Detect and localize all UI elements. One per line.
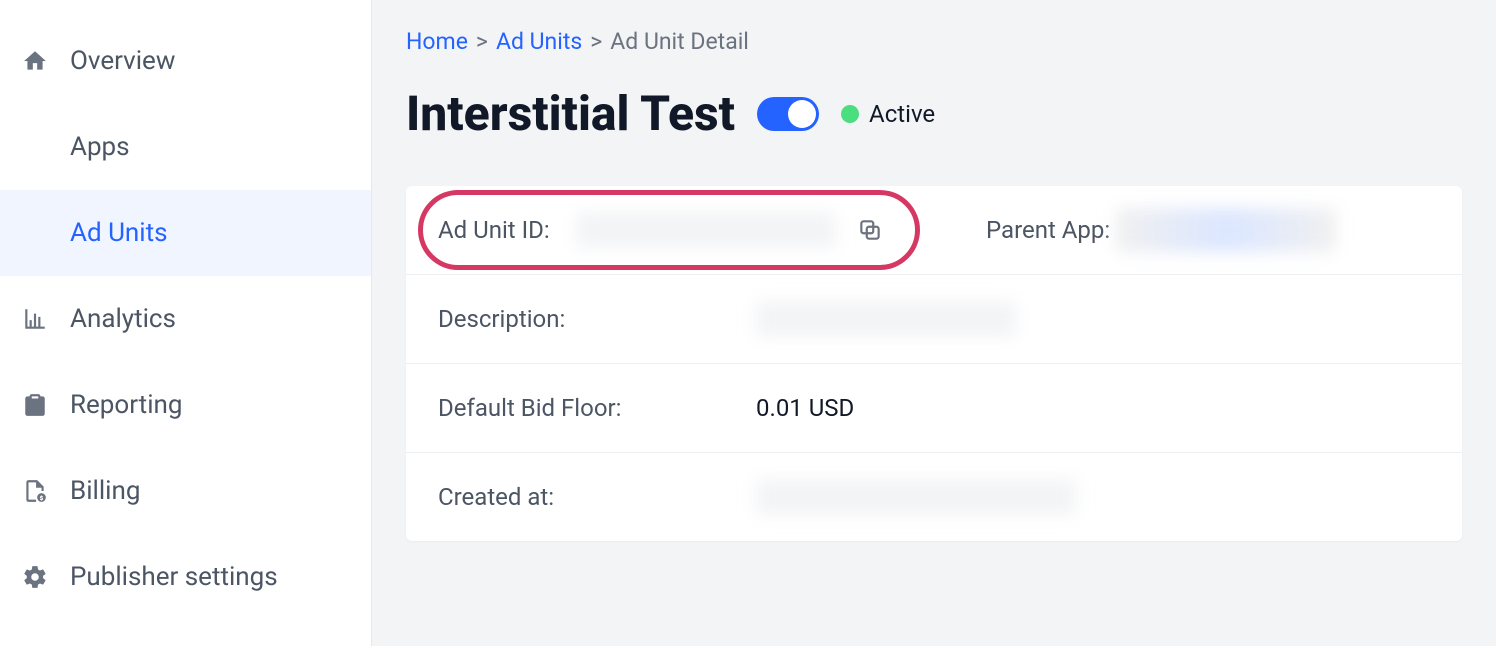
- ad-unit-id-label: Ad Unit ID:: [406, 186, 576, 274]
- copy-icon: [857, 217, 883, 243]
- sidebar-item-billing[interactable]: Billing: [0, 448, 371, 534]
- description-value: [756, 275, 1016, 363]
- parent-app-label: Parent App:: [926, 186, 1116, 274]
- sidebar: Overview Apps Ad Units Analytics Reporti…: [0, 0, 372, 646]
- ad-unit-id-value: [576, 186, 836, 274]
- description-label: Description:: [406, 275, 756, 363]
- breadcrumb-section[interactable]: Ad Units: [496, 28, 582, 55]
- sidebar-item-label: Billing: [70, 476, 140, 506]
- sidebar-item-label: Apps: [70, 132, 130, 162]
- redacted-value: [756, 301, 1016, 337]
- bid-floor-value: 0.01 USD: [756, 364, 854, 452]
- clipboard-icon: [22, 392, 70, 418]
- toggle-knob: [788, 100, 816, 128]
- sidebar-item-overview[interactable]: Overview: [0, 18, 371, 104]
- created-at-value: [756, 453, 1076, 541]
- sidebar-item-analytics[interactable]: Analytics: [0, 276, 371, 362]
- page-title: Interstitial Test: [406, 85, 735, 142]
- status-dot-icon: [841, 105, 859, 123]
- sidebar-item-ad-units[interactable]: Ad Units: [0, 190, 371, 276]
- redacted-value: [1116, 208, 1336, 252]
- sidebar-item-label: Reporting: [70, 390, 182, 420]
- created-at-label: Created at:: [406, 453, 756, 541]
- breadcrumb-separator: >: [590, 28, 602, 55]
- main-content: Home > Ad Units > Ad Unit Detail Interst…: [372, 0, 1496, 646]
- detail-row-created-at: Created at:: [406, 453, 1462, 541]
- status-text: Active: [869, 100, 935, 128]
- app-root: Overview Apps Ad Units Analytics Reporti…: [0, 0, 1496, 646]
- detail-row-bid-floor: Default Bid Floor: 0.01 USD: [406, 364, 1462, 453]
- sidebar-item-publisher-settings[interactable]: Publisher settings: [0, 534, 371, 620]
- detail-card: Ad Unit ID: Parent App:: [406, 186, 1462, 541]
- sidebar-item-reporting[interactable]: Reporting: [0, 362, 371, 448]
- sidebar-item-label: Publisher settings: [70, 562, 278, 592]
- title-row: Interstitial Test Active: [406, 85, 1462, 142]
- home-icon: [22, 48, 70, 74]
- breadcrumb-current: Ad Unit Detail: [610, 28, 749, 55]
- sidebar-item-apps[interactable]: Apps: [0, 104, 371, 190]
- parent-app-value: [1116, 186, 1336, 274]
- sidebar-item-label: Overview: [70, 46, 175, 76]
- breadcrumb-home[interactable]: Home: [406, 28, 468, 55]
- copy-button[interactable]: [854, 214, 886, 246]
- billing-icon: [22, 478, 70, 504]
- redacted-value: [756, 479, 1076, 515]
- breadcrumb-separator: >: [476, 28, 488, 55]
- bid-floor-label: Default Bid Floor:: [406, 364, 756, 452]
- redacted-value: [576, 212, 836, 248]
- active-toggle[interactable]: [757, 97, 819, 131]
- gear-icon: [22, 564, 70, 590]
- analytics-icon: [22, 306, 70, 332]
- breadcrumb: Home > Ad Units > Ad Unit Detail: [406, 28, 1462, 55]
- sidebar-item-label: Ad Units: [70, 218, 168, 248]
- sidebar-item-label: Analytics: [70, 304, 176, 334]
- detail-row-id: Ad Unit ID: Parent App:: [406, 186, 1462, 275]
- status-badge: Active: [841, 100, 935, 128]
- detail-row-description: Description:: [406, 275, 1462, 364]
